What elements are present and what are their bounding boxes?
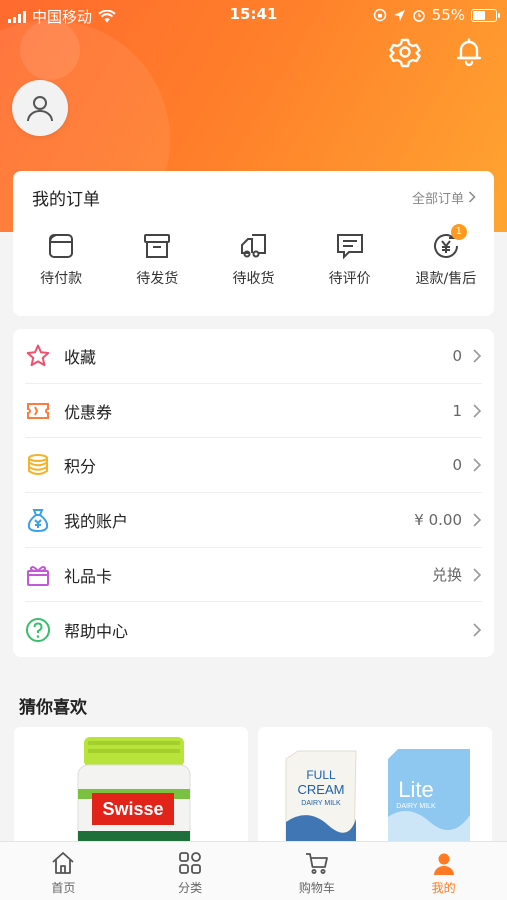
menu-value: 兑换 [431, 566, 462, 585]
category-icon [179, 852, 202, 874]
order-to-ship[interactable]: 待发货 [109, 231, 205, 288]
alarm-icon [412, 10, 425, 22]
truck-icon [241, 234, 267, 258]
product-card[interactable]: FULL CREAM DAIRY MILK Lite DAIRY MILK [258, 727, 492, 847]
tab-cart[interactable]: 购物车 [254, 842, 381, 900]
money-bag-icon [27, 508, 49, 532]
menu-item-coupons[interactable]: 优惠券 1 [25, 384, 482, 439]
orders-header: 我的订单 全部订单 [13, 171, 494, 223]
gift-card-icon [27, 565, 49, 586]
menu-label: 礼品卡 [64, 566, 113, 586]
menu-label: 积分 [64, 457, 97, 477]
chevron-right-icon [473, 403, 482, 418]
tab-category[interactable]: 分类 [127, 842, 254, 900]
tab-home[interactable]: 首页 [0, 842, 127, 900]
product-image: FULL CREAM DAIRY MILK Lite DAIRY MILK [285, 749, 470, 847]
battery-percent: 55% [431, 6, 465, 24]
order-label: 待评价 [328, 271, 371, 287]
chevron-right-icon [473, 513, 482, 527]
notification-bell-icon[interactable] [453, 36, 485, 68]
profile-icon [433, 853, 454, 875]
tab-label: 首页 [51, 881, 76, 895]
tab-profile[interactable]: 我的 [380, 842, 507, 900]
menu-item-gift-card[interactable]: 礼品卡 兑换 [25, 548, 482, 603]
chevron-right-icon [473, 623, 482, 637]
menu-item-help[interactable]: 帮助中心 [25, 602, 482, 657]
order-to-receive[interactable]: 待收货 [205, 231, 301, 288]
comment-icon [336, 234, 363, 260]
refund-icon-wrap: 1 [431, 224, 467, 261]
menu-value: 0 [452, 456, 462, 475]
settings-icon[interactable] [389, 36, 421, 68]
product-text: DAIRY MILK [396, 803, 436, 810]
menu-value: ¥ 0.00 [414, 510, 462, 529]
tab-label: 分类 [178, 881, 203, 895]
chevron-right-icon [473, 349, 482, 363]
product-text: Lite [398, 777, 433, 802]
product-text: DAIRY MILK [301, 800, 341, 807]
order-to-review[interactable]: 待评价 [302, 231, 398, 288]
menu-label: 优惠券 [64, 402, 113, 422]
menu-item-account[interactable]: 我的账户 ¥ 0.00 [25, 493, 482, 548]
menu-label: 帮助中心 [64, 621, 129, 641]
tab-label: 购物车 [298, 881, 335, 895]
order-status-row: 待付款 待发货 待收货 待评价 1 退款/售后 [13, 223, 494, 288]
coins-icon [28, 454, 48, 476]
view-all-orders-label: 全部订单 [411, 191, 464, 207]
order-label: 待发货 [136, 271, 179, 287]
product-text: CREAM [298, 782, 345, 797]
refund-badge: 1 [450, 224, 467, 240]
rotation-lock-icon [373, 8, 386, 22]
product-image: Swisse [77, 737, 191, 847]
view-all-orders-link[interactable]: 全部订单 [412, 188, 476, 207]
order-pending-payment[interactable]: 待付款 [13, 231, 109, 288]
order-label: 退款/售后 [415, 271, 477, 287]
orders-card: 我的订单 全部订单 待付款 待发货 待收货 待评价 1 退款/售后 [13, 171, 494, 316]
order-refund[interactable]: 1 退款/售后 [398, 224, 494, 288]
recommend-title: 猜你喜欢 [19, 698, 87, 718]
help-icon [26, 617, 50, 642]
star-icon [26, 344, 50, 366]
user-icon [27, 96, 53, 122]
menu-value: 0 [452, 346, 462, 365]
status-bar: 中国移动 15:41 55% [0, 0, 507, 30]
menu-label: 收藏 [64, 347, 97, 367]
menu-value: 1 [452, 401, 462, 420]
coupon-icon [27, 402, 49, 419]
product-brand-text: Swisse [102, 799, 163, 819]
menu-item-favorites[interactable]: 收藏 0 [25, 329, 482, 384]
chevron-right-icon [473, 568, 482, 582]
box-icon [144, 234, 171, 258]
menu-item-points[interactable]: 积分 0 [25, 438, 482, 494]
menu-label: 我的账户 [64, 511, 129, 531]
product-text: FULL [306, 768, 336, 782]
order-label: 待收货 [232, 271, 275, 287]
wallet-icon [49, 234, 74, 258]
battery-icon [471, 8, 500, 22]
menu-card: 收藏 0 优惠券 1 积分 0 我的账户 ¥ 0.00 礼品卡 兑换 帮助中心 [13, 329, 494, 657]
tab-label: 我的 [431, 881, 456, 895]
avatar[interactable] [12, 80, 68, 136]
orders-title: 我的订单 [32, 189, 100, 210]
bottom-tab-bar: 首页 分类 购物车 我的 [0, 841, 507, 900]
product-card[interactable]: Swisse [14, 727, 248, 847]
home-icon [52, 852, 74, 874]
location-icon [393, 9, 405, 21]
chevron-right-icon [473, 458, 482, 472]
cart-icon [305, 853, 328, 874]
order-label: 待付款 [40, 271, 83, 287]
chevron-right-icon [468, 191, 476, 203]
